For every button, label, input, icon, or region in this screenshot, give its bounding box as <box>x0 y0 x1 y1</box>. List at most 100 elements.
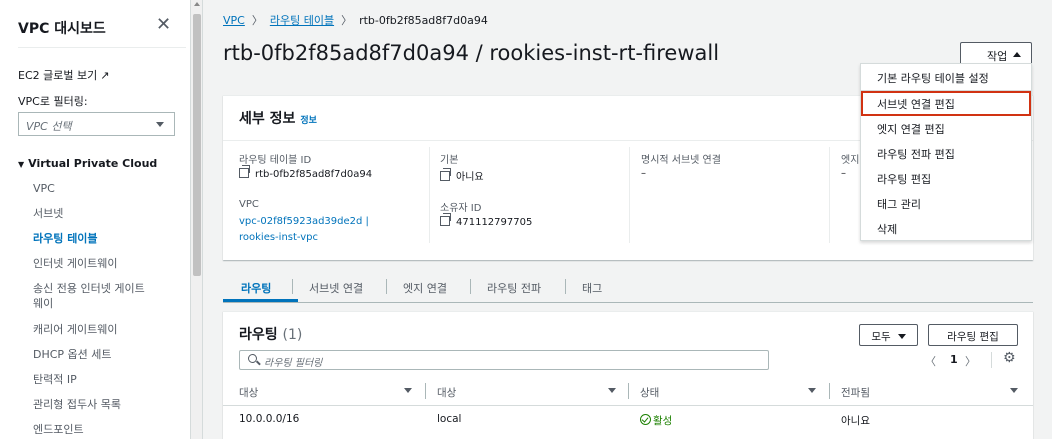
sidebar-item-subnets[interactable]: 서브넷 <box>33 206 63 221</box>
sidebar-item-dhcp-options[interactable]: DHCP 옵션 세트 <box>33 347 112 362</box>
pager-divider <box>991 352 992 368</box>
menu-item-delete[interactable]: 삭제 <box>861 217 1031 241</box>
route-table-id-text: rtb-0fb2f85ad8f7d0a94 <box>255 169 373 180</box>
tab-edge-associations[interactable]: 엣지 연결 <box>403 280 447 296</box>
routes-title: 라우팅 (1) <box>239 324 302 344</box>
sidebar-divider <box>18 47 186 48</box>
page-title: rtb-0fb2f85ad8f7d0a94 / rookies-inst-rt-… <box>223 41 720 65</box>
ec2-global-view-label: EC2 글로벌 보기 <box>18 69 98 82</box>
tab-subnet-associations[interactable]: 서브넷 연결 <box>309 280 363 296</box>
caret-down-icon <box>156 122 164 127</box>
details-title-text: 세부 정보 <box>239 111 296 127</box>
copy-icon[interactable] <box>440 213 451 226</box>
breadcrumb-vpc[interactable]: VPC <box>223 14 245 27</box>
tab-separator <box>565 279 566 294</box>
tab-routes[interactable]: 라우팅 <box>241 280 271 296</box>
sort-icon[interactable] <box>608 388 616 393</box>
info-link[interactable]: 정보 <box>300 116 317 126</box>
column-separator <box>628 383 629 399</box>
filter-select-label: 모두 <box>871 331 891 343</box>
main-label: 기본 <box>440 155 459 166</box>
edge-value: – <box>841 168 846 179</box>
route-table-id-label: 라우팅 테이블 ID <box>239 155 312 166</box>
menu-item-edit-route-propagation[interactable]: 라우팅 전파 편집 <box>861 142 1031 166</box>
routes-panel: 라우팅 (1) 모두 라우팅 편집 라우팅 필터링 〈 1 〉 ⚙ 대상 대상 … <box>223 311 1033 439</box>
next-page-icon[interactable]: 〉 <box>965 353 976 369</box>
filter-select[interactable]: 모두 <box>859 324 918 346</box>
breadcrumb-route-tables[interactable]: 라우팅 테이블 <box>270 14 334 27</box>
edge-label: 엣지 <box>841 155 860 166</box>
scroll-up-icon[interactable] <box>194 2 200 6</box>
tab-route-propagation[interactable]: 라우팅 전파 <box>487 280 541 296</box>
section-label: Virtual Private Cloud <box>28 157 158 170</box>
sort-icon[interactable] <box>404 388 412 393</box>
explicit-subnet-value: – <box>641 168 646 179</box>
route-table-id-value: rtb-0fb2f85ad8f7d0a94 <box>239 165 373 180</box>
caret-down-icon: ▼ <box>18 160 25 169</box>
sidebar-item-vpc[interactable]: VPC <box>33 181 55 196</box>
chevron-right-icon: 〉 <box>251 14 263 27</box>
vpc-filter-placeholder: VPC 선택 <box>26 120 72 133</box>
owner-value: 471112797705 <box>440 213 533 228</box>
routes-count: (1) <box>282 327 303 343</box>
page-number[interactable]: 1 <box>950 353 958 366</box>
section-virtual-private-cloud[interactable]: ▼ Virtual Private Cloud <box>18 157 157 170</box>
row-destination: 10.0.0.0/16 <box>239 413 300 425</box>
owner-value-text: 471112797705 <box>456 217 533 228</box>
sort-icon[interactable] <box>808 388 816 393</box>
route-filter-input[interactable]: 라우팅 필터링 <box>239 350 769 370</box>
route-filter-placeholder: 라우팅 필터링 <box>264 358 323 369</box>
column-header-propagated[interactable]: 전파됨 <box>841 385 870 400</box>
tab-separator <box>386 279 387 294</box>
copy-icon[interactable] <box>440 168 451 181</box>
edit-routes-button[interactable]: 라우팅 편집 <box>928 324 1018 346</box>
sort-icon[interactable] <box>1010 388 1018 393</box>
filter-label: VPC로 필터링: <box>18 95 88 108</box>
menu-item-edit-edge-associations[interactable]: 엣지 연결 편집 <box>861 117 1031 141</box>
sidebar-item-route-tables[interactable]: 라우팅 테이블 <box>33 231 98 246</box>
owner-label: 소유자 ID <box>440 203 482 214</box>
ec2-global-view-link[interactable]: EC2 글로벌 보기 ↗ <box>18 67 109 83</box>
row-target: local <box>437 413 462 425</box>
chevron-right-icon: 〉 <box>341 14 353 27</box>
row-status-text: 활성 <box>653 415 673 427</box>
tab-bar: 라우팅 서브넷 연결 엣지 연결 라우팅 전파 태그 <box>223 273 1033 303</box>
menu-item-manage-tags[interactable]: 태그 관리 <box>861 192 1031 216</box>
sidebar-item-egress-only-igw[interactable]: 송신 전용 인터넷 게이트 웨이 <box>33 281 145 311</box>
active-tab-indicator <box>223 299 298 302</box>
breadcrumb: VPC 〉 라우팅 테이블 〉 rtb-0fb2f85ad8f7d0a94 <box>223 12 488 28</box>
caret-down-icon <box>897 334 906 339</box>
highlight-box <box>861 91 1031 116</box>
scrollbar-thumb[interactable] <box>193 14 201 276</box>
sidebar-item-prefix-lists[interactable]: 관리형 접두사 목록 <box>33 397 121 412</box>
caret-up-icon <box>1013 52 1021 57</box>
sidebar-item-internet-gateways[interactable]: 인터넷 게이트웨이 <box>33 256 117 271</box>
column-header-target[interactable]: 대상 <box>437 385 456 400</box>
sidebar-item-elastic-ips[interactable]: 탄력적 IP <box>33 372 77 387</box>
column-divider <box>629 147 630 243</box>
gear-icon[interactable]: ⚙ <box>1003 350 1016 366</box>
breadcrumb-current: rtb-0fb2f85ad8f7d0a94 <box>359 14 488 27</box>
column-divider <box>829 147 830 243</box>
column-divider <box>429 147 430 243</box>
menu-item-edit-routes[interactable]: 라우팅 편집 <box>861 167 1031 191</box>
column-header-status[interactable]: 상태 <box>640 385 659 400</box>
vpc-filter-select[interactable]: VPC 선택 <box>18 112 175 136</box>
tab-separator <box>292 279 293 294</box>
routes-title-text: 라우팅 <box>239 327 278 343</box>
sidebar-item-carrier-gateways[interactable]: 캐리어 게이트웨이 <box>33 322 117 337</box>
sidebar-item-endpoints[interactable]: 엔드포인트 <box>33 422 84 437</box>
copy-icon[interactable] <box>239 165 250 178</box>
column-separator <box>829 383 830 399</box>
column-separator <box>425 383 426 399</box>
tab-tags[interactable]: 태그 <box>582 280 602 296</box>
column-header-destination[interactable]: 대상 <box>239 385 258 400</box>
tab-separator <box>470 279 471 294</box>
prev-page-icon[interactable]: 〈 <box>925 353 936 369</box>
menu-item-set-main-route-table[interactable]: 기본 라우팅 테이블 설정 <box>861 66 1031 90</box>
vpc-link[interactable]: vpc-02f8f5923ad39de2d | rookies-inst-vpc <box>239 214 409 246</box>
close-icon[interactable]: ✕ <box>156 14 171 35</box>
table-header-divider <box>223 405 1033 406</box>
search-icon <box>248 354 257 363</box>
explicit-subnet-label: 명시적 서브넷 연결 <box>641 155 721 166</box>
